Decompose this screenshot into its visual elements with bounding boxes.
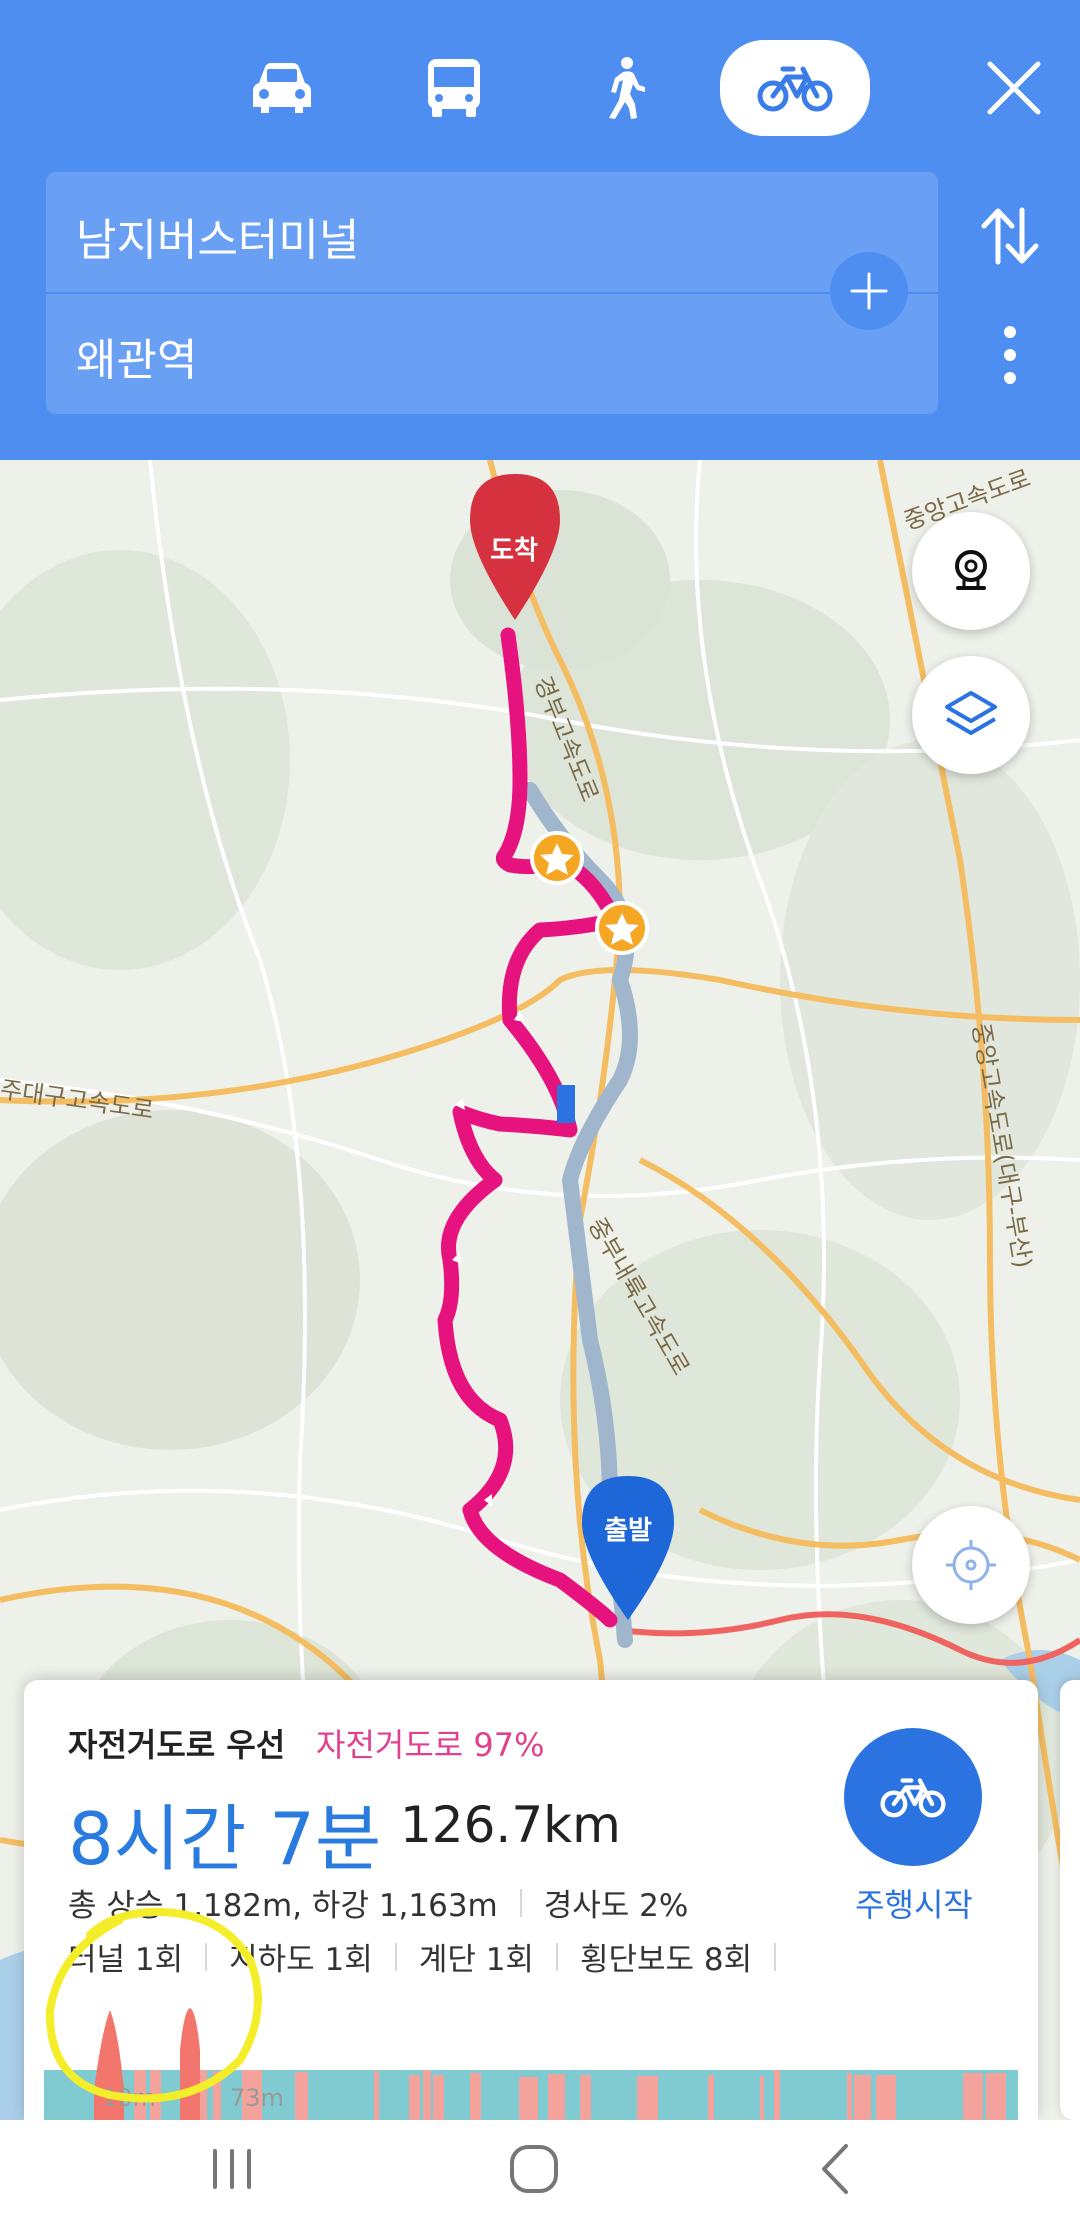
slope-summary: 경사도 2% (543, 1888, 689, 1924)
profile-stripe (295, 2072, 308, 2120)
back-button[interactable] (784, 2134, 884, 2204)
walk-mode-tab[interactable] (574, 48, 674, 128)
profile-stripe (470, 2073, 481, 2120)
route-input-box: 남지버스터미널 왜관역 (46, 172, 938, 414)
map-layers-button[interactable] (912, 656, 1030, 774)
bike-icon (880, 1778, 946, 1818)
underpass-count: 지하도 1회 (229, 1942, 373, 1978)
profile-stripe (213, 2071, 221, 2120)
my-location-button[interactable] (912, 1506, 1030, 1624)
street-view-icon (955, 550, 987, 590)
swap-route-button[interactable] (970, 196, 1050, 276)
add-waypoint-button[interactable] (830, 252, 908, 330)
divider (205, 1942, 208, 1971)
close-button[interactable] (976, 50, 1052, 126)
elevation-profile[interactable]: 10m 73m (44, 1990, 1018, 2120)
profile-stripe (580, 2075, 591, 2120)
profile-stripe (548, 2074, 565, 2120)
divider (394, 1942, 397, 1971)
origin-field[interactable]: 남지버스터미널 (76, 204, 359, 268)
car-mode-tab[interactable] (232, 48, 332, 128)
stairs-count: 계단 1회 (418, 1942, 534, 1978)
profile-stripe (774, 2070, 780, 2120)
arrival-marker-label: 도착 (490, 536, 538, 566)
divider (519, 1888, 522, 1917)
crosswalk-count: 횡단보도 8회 (579, 1942, 753, 1978)
route-summary-card[interactable]: 자전거도로 우선 자전거도로 97% 8시간 7분 126.7km 총 상승 1… (24, 1680, 1038, 2120)
home-icon (510, 2145, 558, 2193)
swap-icon (981, 207, 1039, 265)
profile-stripe (374, 2071, 379, 2120)
profile-stripe (433, 2075, 444, 2120)
back-icon (822, 2144, 848, 2194)
route-features-row: 터널 1회 지하도 1회 계단 1회 횡단보도 8회 (68, 1934, 798, 1979)
route-divider (46, 292, 938, 294)
divider (555, 1942, 558, 1971)
profile-stripe (847, 2073, 852, 2120)
more-options-button[interactable] (980, 315, 1040, 395)
route-type-label: 자전거도로 우선 (68, 1726, 286, 1764)
profile-stripe (854, 2075, 871, 2120)
elevation-summary: 총 상승 1,182m, 하강 1,163m (68, 1888, 498, 1924)
profile-stripe (637, 2076, 658, 2120)
waypoint-star-icon[interactable] (530, 831, 584, 885)
profile-label: 10m (102, 2084, 156, 2112)
elevation-profile-chart (44, 2008, 1018, 2120)
route-distance: 126.7km (400, 1796, 621, 1854)
walk-icon (609, 57, 645, 119)
bus-mode-tab[interactable] (404, 48, 504, 128)
waypoint-star-icon[interactable] (595, 901, 649, 955)
route-duration: 8시간 7분 (68, 1797, 382, 1881)
bus-icon (428, 59, 480, 117)
elevation-row: 총 상승 1,182m, 하강 1,163m 경사도 2% (68, 1880, 688, 1925)
layers-icon (945, 691, 997, 735)
bike-road-ratio: 자전거도로 97% (316, 1726, 545, 1764)
departure-marker-label: 출발 (604, 1516, 652, 1546)
recent-apps-button[interactable] (182, 2134, 282, 2204)
profile-label: 73m (230, 2084, 284, 2112)
profile-stripe (963, 2073, 983, 2120)
app-root: 남지버스터미널 왜관역 도착 출발 경부고속도로 주대구고속도로 중앙고속도로(… (0, 0, 1080, 2218)
bike-mode-tab[interactable] (720, 40, 870, 136)
crosshair-icon (946, 1540, 996, 1590)
profile-stripe (876, 2075, 896, 2120)
profile-stripe (986, 2073, 1006, 2120)
home-button[interactable] (484, 2134, 584, 2204)
profile-stripe (423, 2070, 431, 2120)
more-vertical-icon (1004, 326, 1016, 384)
system-nav-bar (0, 2120, 1080, 2218)
divider (774, 1942, 777, 1971)
profile-stripe (519, 2077, 538, 2120)
close-icon (987, 61, 1041, 115)
profile-stripe (409, 2075, 420, 2120)
recent-apps-icon (213, 2149, 251, 2189)
tunnel-count: 터널 1회 (68, 1942, 184, 1978)
bike-icon (757, 66, 833, 112)
profile-stripe (708, 2075, 714, 2120)
next-route-card-peek[interactable] (1060, 1680, 1080, 2120)
start-ride-label[interactable]: 주행시작 (824, 1880, 1004, 1926)
destination-field[interactable]: 왜관역 (76, 324, 197, 388)
start-ride-button[interactable] (844, 1728, 982, 1866)
directions-header: 남지버스터미널 왜관역 (0, 0, 1080, 460)
car-icon (253, 63, 311, 113)
profile-stripe (760, 2076, 764, 2120)
plus-icon (850, 272, 888, 310)
street-view-button[interactable] (912, 512, 1030, 630)
